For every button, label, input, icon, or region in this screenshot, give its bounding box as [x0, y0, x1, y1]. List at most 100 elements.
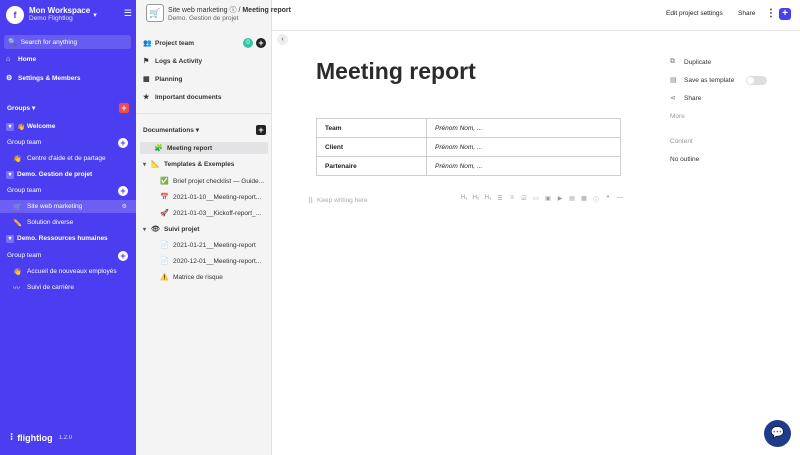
- page-emoji: ✏️: [13, 219, 22, 227]
- table-icon[interactable]: ▦: [580, 195, 588, 204]
- doc-folder[interactable]: ▾ 👁 Suivi projet: [143, 223, 199, 235]
- table-row: Team Prénom Nom, ...: [316, 118, 621, 138]
- table-cell[interactable]: Prénom Nom, ...: [426, 118, 621, 138]
- edit-project-settings-button[interactable]: Edit project settings: [666, 10, 723, 17]
- add-member-button[interactable]: +: [256, 38, 266, 48]
- sidebar-item-home[interactable]: ⌂ Home: [6, 56, 36, 63]
- groups-heading[interactable]: Groups ▾: [7, 104, 35, 112]
- chevron-down-icon: ▾: [31, 105, 36, 112]
- video-icon[interactable]: ▶: [556, 195, 564, 204]
- table-cell[interactable]: Prénom Nom, ...: [426, 156, 621, 176]
- share-button[interactable]: Share: [738, 10, 755, 17]
- editor-input[interactable]: Keep writing here: [317, 197, 368, 204]
- table-cell[interactable]: Team: [316, 118, 427, 138]
- search-input[interactable]: 🔍 Search for anything: [4, 35, 131, 49]
- group-section-ressources-humaines[interactable]: ▾ Demo. Ressources humaines: [0, 232, 136, 245]
- sidebar-item-settings[interactable]: ⚙ Settings & Members: [6, 74, 81, 83]
- sidebar-page-item-active[interactable]: 🛒 Site web marketing ⚙: [0, 200, 136, 213]
- info-icon[interactable]: ⓘ: [592, 195, 600, 204]
- more-options-icon[interactable]: ⋮: [766, 8, 776, 19]
- nav-planning[interactable]: ▦ Planning: [143, 75, 183, 84]
- more-link[interactable]: More: [670, 113, 685, 120]
- create-button[interactable]: +: [779, 8, 791, 20]
- bullet-list-icon[interactable]: ☰: [496, 195, 504, 204]
- group-team-row[interactable]: Group team +: [0, 136, 136, 149]
- drag-handle-icon[interactable]: ⠿: [308, 197, 313, 205]
- table-cell[interactable]: Partenaire: [316, 156, 427, 176]
- page-emoji: 〰: [13, 284, 20, 292]
- doc-item[interactable]: ⚠️ Matrice de risque: [160, 271, 223, 283]
- flightlog-mark-icon: ⁝: [10, 432, 14, 443]
- section-label: Demo. Ressources humaines: [17, 235, 108, 242]
- page-title[interactable]: Meeting report: [316, 58, 476, 85]
- file-icon[interactable]: ▤: [568, 195, 576, 204]
- save-as-template-row[interactable]: ▤ Save as template: [670, 76, 734, 85]
- collapse-toggle-icon[interactable]: ▾: [6, 170, 14, 179]
- page-emoji: 👋: [13, 155, 22, 163]
- table-cell[interactable]: Prénom Nom, ...: [426, 137, 621, 157]
- share-doc-button[interactable]: ⋖ Share: [670, 94, 701, 103]
- sidebar-page-item[interactable]: ✏️ Solution diverse: [0, 216, 136, 229]
- sidebar-page-item[interactable]: 👋 Accueil de nouveaux employés: [0, 265, 136, 278]
- doc-item[interactable]: ✅ Brief projet checklist — Guide...: [160, 175, 264, 187]
- chevron-down-icon[interactable]: ▾: [143, 226, 151, 233]
- duplicate-button[interactable]: ⧉ Duplicate: [670, 58, 711, 66]
- breadcrumb: Site web marketing ⓘ / Meeting report: [168, 5, 291, 15]
- nav-important-documents[interactable]: ★ Important documents: [143, 93, 221, 102]
- image-icon[interactable]: ▣: [544, 195, 552, 204]
- breadcrumb-page: Meeting report: [242, 7, 291, 14]
- nav-label: Logs & Activity: [155, 57, 203, 65]
- code-icon[interactable]: ▭: [532, 195, 540, 204]
- heading3-icon[interactable]: H₃: [484, 195, 492, 204]
- divider-icon[interactable]: —: [616, 195, 624, 204]
- workspace-switcher[interactable]: f Mon Workspace Demo Flightlog ▾: [6, 5, 130, 24]
- hamburger-menu-icon[interactable]: ☰: [124, 8, 132, 19]
- heading2-icon[interactable]: H₂: [472, 195, 480, 204]
- table-cell[interactable]: Client: [316, 137, 427, 157]
- numbered-list-icon[interactable]: ≡: [508, 195, 516, 204]
- nav-project-team[interactable]: 👥 Project team: [143, 39, 194, 48]
- group-label: Group team: [7, 252, 42, 259]
- add-document-button[interactable]: +: [256, 125, 266, 135]
- doc-item-active[interactable]: 🧩 Meeting report: [140, 142, 268, 154]
- add-group-button[interactable]: +: [119, 103, 129, 113]
- sidebar-page-item[interactable]: 👋 Centre d'aide et de partage: [0, 152, 136, 165]
- add-page-button[interactable]: +: [118, 185, 128, 196]
- nav-label: Planning: [155, 75, 183, 83]
- page-label: Solution diverse: [27, 219, 74, 226]
- chevron-down-icon[interactable]: ▾: [143, 161, 151, 168]
- doc-emoji: ⚠️: [160, 274, 169, 281]
- documentations-heading[interactable]: Documentations ▾: [143, 126, 199, 134]
- doc-item[interactable]: 📄 2021-01-21__Meeting-report: [160, 239, 256, 251]
- sidebar-page-item[interactable]: 〰 Suivi de carrière: [0, 281, 136, 294]
- workspace-sidebar: f Mon Workspace Demo Flightlog ▾ ☰ 🔍 Sea…: [0, 0, 136, 455]
- breadcrumb-project[interactable]: Site web marketing: [168, 7, 228, 14]
- group-team-row[interactable]: Group team +: [0, 184, 136, 197]
- quote-icon[interactable]: ❞: [604, 195, 612, 204]
- workspace-title: Mon Workspace: [29, 6, 91, 15]
- add-page-button[interactable]: +: [118, 137, 128, 148]
- add-page-button[interactable]: +: [118, 250, 128, 261]
- checklist-icon[interactable]: ☑: [520, 195, 528, 204]
- nav-logs-activity[interactable]: ⚑ Logs & Activity: [143, 57, 203, 66]
- group-section-welcome[interactable]: ▾ 👋 Welcome: [0, 120, 136, 133]
- workspace-logo: f: [6, 5, 24, 24]
- settings-dot-icon[interactable]: ⚙: [122, 203, 127, 210]
- breadcrumb-subtitle[interactable]: Demo. Gestion de projet: [168, 15, 238, 22]
- doc-folder[interactable]: ▾ 📐 Templates & Exemples: [143, 158, 234, 170]
- group-team-row[interactable]: Group team +: [0, 249, 136, 262]
- collapse-toggle-icon[interactable]: ▾: [6, 122, 14, 131]
- heading1-icon[interactable]: H₁: [460, 195, 468, 204]
- chat-bubble-icon[interactable]: 💬: [764, 420, 791, 447]
- doc-label: 2021-01-03__Kickoff-report_...: [173, 209, 262, 217]
- doc-item[interactable]: 📄 2020-12-01__Meeting-report...: [160, 255, 261, 267]
- collapse-panel-icon[interactable]: ‹: [277, 34, 288, 45]
- flightlog-logo: ⁝ flightlog 1.2.0: [10, 432, 72, 443]
- doc-item[interactable]: 📅 2021-01-10__Meeting-report...: [160, 191, 261, 203]
- group-section-gestion-projet[interactable]: ▾ Demo. Gestion de projet: [0, 168, 136, 181]
- doc-item[interactable]: 🚀 2021-01-03__Kickoff-report_...: [160, 207, 261, 219]
- save-template-toggle[interactable]: [746, 76, 767, 85]
- divider: [136, 113, 272, 114]
- collapse-toggle-icon[interactable]: ▾: [6, 234, 14, 243]
- page-label: Centre d'aide et de partage: [27, 155, 106, 162]
